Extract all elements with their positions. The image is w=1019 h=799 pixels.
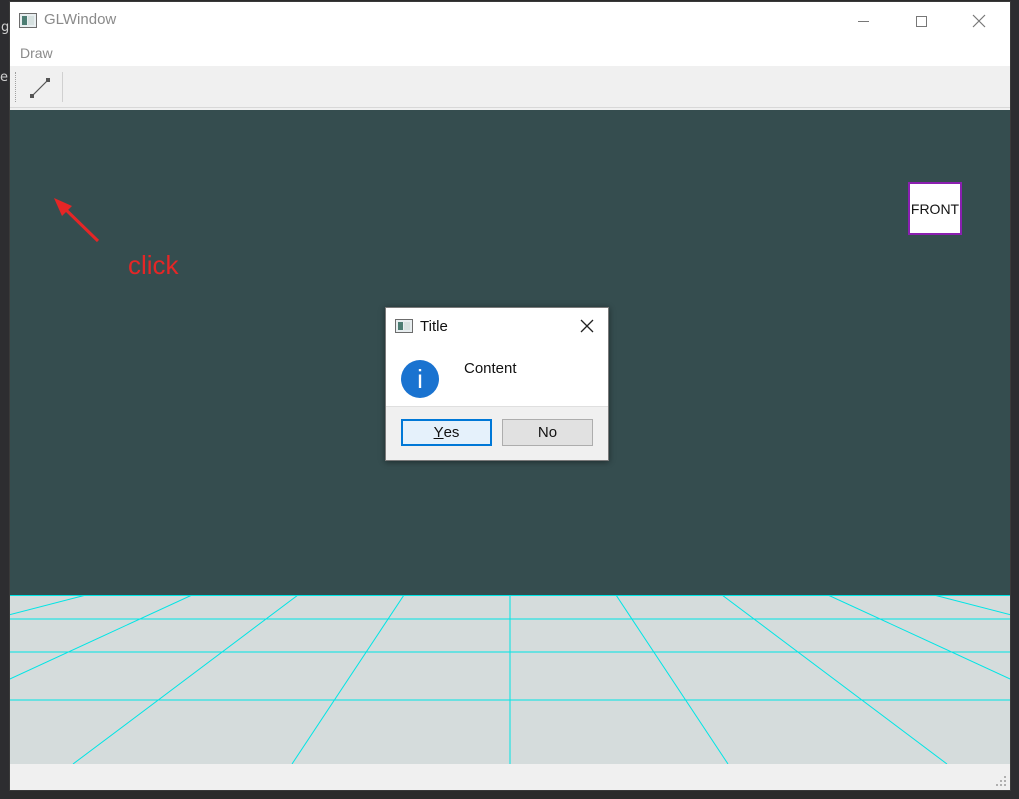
background-left-strip: g e: [0, 0, 10, 799]
line-tool-button[interactable]: [25, 73, 55, 103]
menu-bar: Draw: [10, 40, 1010, 66]
app-icon: [19, 13, 37, 28]
annotation-arrow-icon: [54, 198, 100, 243]
yes-mnemonic: Y: [433, 424, 444, 441]
floor-grid: [10, 595, 1010, 764]
dialog-app-icon: [395, 319, 413, 333]
menu-item-draw[interactable]: Draw: [20, 45, 53, 61]
close-icon: [580, 319, 594, 333]
yes-label-rest: es: [443, 424, 460, 441]
close-icon: [972, 14, 986, 28]
dialog-close-button[interactable]: [572, 314, 602, 338]
viewcube-front-face[interactable]: FRONT: [908, 182, 962, 235]
window-title: GLWindow: [44, 11, 117, 28]
maximize-button[interactable]: [892, 2, 950, 40]
toolbar-separator: [62, 72, 63, 102]
message-dialog: Title i Content Yes No: [385, 307, 609, 461]
dialog-button-row: Yes No: [386, 406, 608, 460]
size-grip-icon[interactable]: [995, 775, 1007, 787]
status-bar: [10, 764, 1010, 790]
dialog-title-bar[interactable]: Title: [386, 308, 608, 344]
background-right-strip: [1010, 0, 1019, 799]
line-tool-icon: [30, 78, 50, 98]
dialog-message: Content: [464, 360, 517, 377]
title-bar[interactable]: GLWindow: [10, 2, 1010, 40]
background-text-fragment: e: [0, 70, 8, 85]
minimize-icon: [857, 20, 869, 22]
background-text-fragment: g: [1, 20, 10, 35]
annotation-label: click: [128, 250, 179, 280]
toolbar: [10, 66, 1010, 108]
toolbar-grip[interactable]: [15, 72, 18, 102]
maximize-icon: [915, 15, 927, 27]
information-icon: i: [401, 360, 439, 398]
dialog-title: Title: [420, 318, 448, 335]
yes-button[interactable]: Yes: [401, 419, 492, 446]
no-button[interactable]: No: [502, 419, 593, 446]
close-button[interactable]: [950, 2, 1008, 40]
minimize-button[interactable]: [834, 2, 892, 40]
viewcube-label: FRONT: [910, 200, 960, 217]
